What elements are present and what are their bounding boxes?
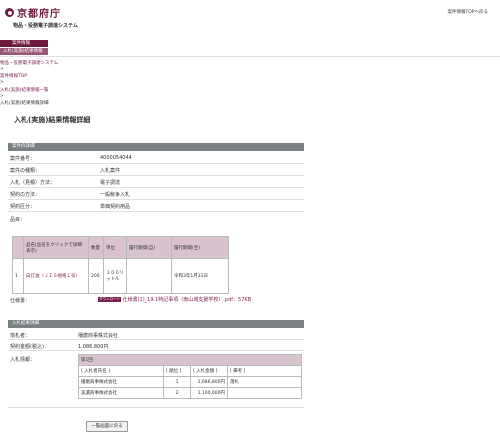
case-row-value: 一般競争入札 <box>100 192 131 198</box>
case-row-label: 契約区分： <box>10 204 36 210</box>
result-row-label: 落札者： <box>10 333 31 339</box>
download-icon: ダウンロード <box>98 297 121 302</box>
bid-header-name: [ 入札者氏名 ] <box>78 365 164 377</box>
items-label: 品目： <box>10 217 26 223</box>
items-header-no <box>12 236 24 259</box>
case-row-label: 契約の方法： <box>10 192 41 198</box>
bid-rank: 2 <box>163 387 191 399</box>
case-row-label: 案件番号： <box>10 156 36 162</box>
site-logo: 京都府庁 <box>5 5 61 20</box>
table-row: 1 白灯油（ＪＩＳ規格１号） 200 １００リットル 令和3年1月31日 <box>12 258 229 294</box>
case-row: 契約の方法： 一般競争入札 <box>8 188 304 200</box>
nav-bar <box>0 38 500 57</box>
item-name-link[interactable]: 白灯油（ＪＩＳ規格１号） <box>26 274 80 279</box>
bid-name: 播磨商事株式会社 <box>78 376 164 388</box>
item-from <box>126 258 172 294</box>
case-row-value: 電子調達 <box>100 180 121 186</box>
item-no: 1 <box>12 258 24 294</box>
result-row-value: 播磨商事株式会社 <box>78 333 119 339</box>
items-table: 品名(品名をクリックで詳細表示) 数量 単位 履行期間(自) 履行期間(至) 1… <box>12 236 229 294</box>
case-row: 入札（見積）方法： 電子調達 <box>8 176 304 188</box>
items-header-row: 品名(品名をクリックで詳細表示) 数量 単位 履行期間(自) 履行期間(至) <box>12 236 229 259</box>
breadcrumb-separator: > <box>0 80 4 85</box>
case-row: 案件番号： 4000054044 <box>8 152 304 164</box>
bid-table: 第1回 [ 入札者氏名 ] [ 順位 ] [ 入札金額 ] [ 備考 ] 播磨商… <box>78 354 302 399</box>
bid-amount: 1,086,800円 <box>190 376 228 388</box>
case-row-value: 4000054044 <box>100 155 132 161</box>
nav-tab-case-info[interactable]: 案件情報 <box>0 40 48 47</box>
items-header-name: 品名(品名をクリックで詳細表示) <box>23 236 89 259</box>
nav-tab-bid-results[interactable]: 入札(実施)結果情報 <box>0 48 48 55</box>
logo-text: 京都府庁 <box>17 9 61 20</box>
result-row: 落札者： 播磨商事株式会社 <box>8 329 304 340</box>
case-section-header: 案件の詳細 <box>8 143 304 151</box>
back-to-list-button[interactable]: 一覧画面に戻る <box>86 421 128 432</box>
page-title: 入札(実施)結果情報詳細 <box>14 116 91 124</box>
items-header-qty: 数量 <box>88 236 104 259</box>
bid-rank: 1 <box>163 376 191 388</box>
result-section-header: 入札結果詳細 <box>8 320 304 328</box>
breadcrumb-separator: > <box>0 67 4 72</box>
result-row-value: 1,086,800円 <box>78 344 109 350</box>
items-header-to: 履行期間(至) <box>171 236 229 259</box>
breadcrumb-result-list[interactable]: 入札(実施)結果情報一覧 <box>0 87 49 93</box>
bid-note: 落札 <box>227 376 302 388</box>
back-to-top-link[interactable]: 案件情報TOPへ戻る <box>447 9 488 15</box>
case-row-label: 案件の種類： <box>10 168 41 174</box>
breadcrumb-current: 入札(実施)結果情報詳細 <box>0 101 49 106</box>
items-header-unit: 単位 <box>103 236 127 259</box>
table-row: 美濃商事株式会社 2 1,100,000円 <box>78 387 302 399</box>
spec-download: ダウンロード 仕様書(1)_19.1特記事項（南山城支援学校）.pdf：57KB <box>98 296 251 303</box>
bid-info-label: 入札情報： <box>10 357 36 363</box>
result-row: 契約金額(税込)： 1,086,800円 <box>8 340 304 351</box>
item-unit: １００リットル <box>103 258 127 294</box>
case-row: 契約区分： 単価契約用品 <box>8 200 304 212</box>
breadcrumb-separator: > <box>0 94 4 99</box>
crest-icon <box>5 8 14 17</box>
result-divider <box>8 407 304 408</box>
items-header-from: 履行期間(自) <box>126 236 172 259</box>
spec-file-link[interactable]: 仕様書(1)_19.1特記事項（南山城支援学校）.pdf：57KB <box>123 297 252 303</box>
bid-round: 第1回 <box>78 354 302 366</box>
result-row-label: 契約金額(税込)： <box>10 344 49 350</box>
bid-header-rank: [ 順位 ] <box>163 365 191 377</box>
case-row-value: 単価契約用品 <box>100 204 131 210</box>
bid-name: 美濃商事株式会社 <box>78 387 164 399</box>
bid-amount: 1,100,000円 <box>190 387 228 399</box>
table-row: 播磨商事株式会社 1 1,086,800円 落札 <box>78 376 302 388</box>
case-row: 案件の種類： 入札案件 <box>8 164 304 176</box>
breadcrumb-home[interactable]: 物品・役務電子調達システム <box>0 60 58 66</box>
bid-header-amount: [ 入札金額 ] <box>190 365 228 377</box>
system-subtitle: 物品・役務電子調達システム <box>13 23 78 29</box>
breadcrumb-case-top[interactable]: 案件情報TOP <box>0 73 27 79</box>
bid-note <box>227 387 302 399</box>
item-qty: 200 <box>88 258 104 294</box>
case-row-value: 入札案件 <box>100 168 121 174</box>
case-row-label: 入札（見積）方法： <box>10 180 56 186</box>
item-to: 令和3年1月31日 <box>171 258 229 294</box>
bid-round-row: 第1回 <box>78 354 302 366</box>
spec-label: 仕様書： <box>10 298 31 304</box>
bid-header-note: [ 備考 ] <box>227 365 302 377</box>
bid-header-row: [ 入札者氏名 ] [ 順位 ] [ 入札金額 ] [ 備考 ] <box>78 365 302 377</box>
